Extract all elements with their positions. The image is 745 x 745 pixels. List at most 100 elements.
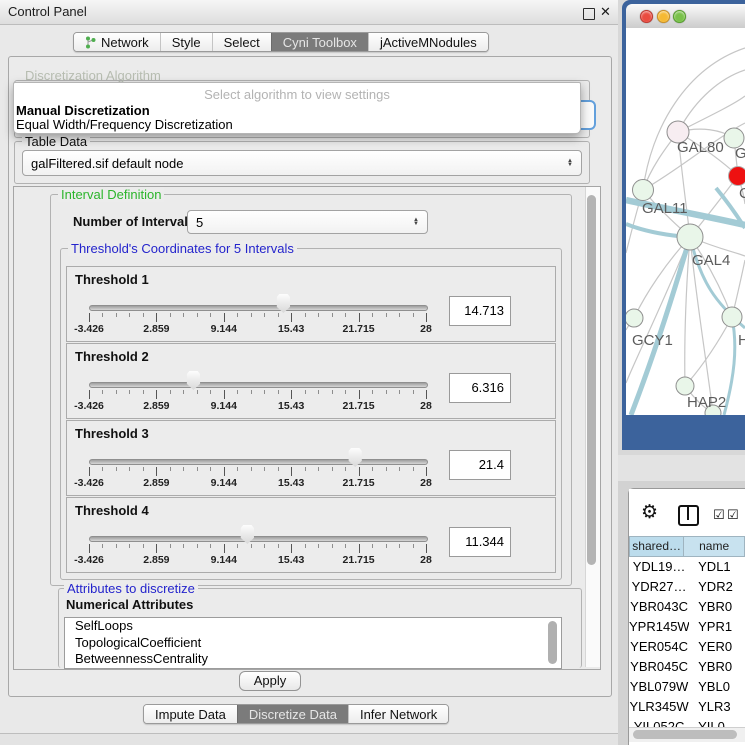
table-row[interactable]: YBR045CYBR0 bbox=[629, 657, 745, 677]
slider-tick bbox=[89, 544, 90, 553]
column-header-shared-name[interactable]: shared… bbox=[629, 536, 684, 557]
float-window-icon[interactable] bbox=[583, 8, 595, 20]
table-cell-name[interactable]: YBR0 bbox=[689, 597, 745, 617]
table-cell-name[interactable]: YER0 bbox=[689, 637, 745, 657]
table-header-row: shared… name bbox=[629, 536, 745, 557]
apply-button[interactable]: Apply bbox=[239, 671, 301, 691]
minimize-traffic-light-icon[interactable] bbox=[657, 10, 670, 23]
algorithm-dropdown-placeholder: Select algorithm to view settings bbox=[14, 87, 580, 102]
slider-tick bbox=[345, 313, 346, 317]
table-row[interactable]: YLR345WYLR3 bbox=[629, 697, 745, 717]
combo-spinner-icon: ▲▼ bbox=[567, 159, 573, 167]
slider-tick bbox=[224, 313, 225, 322]
attribute-list-item[interactable]: TopologicalCoefficient bbox=[65, 635, 561, 652]
threshold-value-field[interactable]: 21.4 bbox=[449, 450, 511, 480]
tab-select[interactable]: Select bbox=[212, 33, 271, 51]
close-traffic-light-icon[interactable] bbox=[640, 10, 653, 23]
table-row[interactable]: YIL052CYIL0 bbox=[629, 717, 745, 727]
slider-tick bbox=[129, 390, 130, 394]
number-of-intervals-combo[interactable]: 5 ▲▼ bbox=[187, 210, 428, 234]
table-cell-shared-name[interactable]: YPR145W bbox=[629, 617, 689, 637]
close-icon[interactable]: ✕ bbox=[600, 4, 611, 20]
table-cell-shared-name[interactable]: YBL079W bbox=[629, 677, 689, 697]
table-cell-shared-name[interactable]: YER054C bbox=[629, 637, 689, 657]
table-cell-name[interactable]: YDL1 bbox=[689, 557, 745, 577]
slider-tick bbox=[237, 467, 238, 471]
slider-tick bbox=[305, 544, 306, 548]
network-node-gal4[interactable] bbox=[677, 224, 703, 250]
slider-track[interactable] bbox=[89, 536, 428, 542]
tab-infer-network[interactable]: Infer Network bbox=[348, 705, 448, 723]
gear-icon[interactable]: ⚙ bbox=[641, 501, 658, 524]
slider-tick bbox=[278, 544, 279, 548]
slider-track[interactable] bbox=[89, 382, 428, 388]
combo-spinner-icon: ▲▼ bbox=[413, 218, 419, 226]
slider-tick bbox=[291, 467, 292, 476]
slider-tick bbox=[345, 390, 346, 394]
table-cell-shared-name[interactable]: YLR345W bbox=[629, 697, 689, 717]
slider-track[interactable] bbox=[89, 305, 428, 311]
settings-scrollbar-thumb[interactable] bbox=[587, 195, 596, 565]
table-row[interactable]: YDR27…YDR2 bbox=[629, 577, 745, 597]
table-cell-name[interactable]: YPR1 bbox=[689, 617, 745, 637]
table-cell-name[interactable]: YIL0 bbox=[689, 717, 745, 727]
slider-tick bbox=[413, 467, 414, 471]
zoom-traffic-light-icon[interactable] bbox=[673, 10, 686, 23]
slider-tick-label: 28 bbox=[420, 323, 432, 335]
table-cell-shared-name[interactable]: YBR045C bbox=[629, 657, 689, 677]
dropdown-option-equal-width-frequency[interactable]: Equal Width/Frequency Discretization bbox=[16, 117, 233, 132]
network-node-hap2[interactable] bbox=[676, 377, 694, 395]
tab-impute-data[interactable]: Impute Data bbox=[144, 705, 237, 723]
slider-tick bbox=[183, 390, 184, 394]
slider-tick bbox=[291, 390, 292, 399]
table-row[interactable]: YPR145WYPR1 bbox=[629, 617, 745, 637]
tab-cyni-toolbox[interactable]: Cyni Toolbox bbox=[271, 33, 368, 51]
attribute-list-item[interactable]: BetweennessCentrality bbox=[65, 651, 561, 668]
attributes-list-scrollbar-thumb[interactable] bbox=[548, 621, 557, 664]
threshold-value-field[interactable]: 11.344 bbox=[449, 527, 511, 557]
table-row[interactable]: YBL079WYBL0 bbox=[629, 677, 745, 697]
slider-tick bbox=[116, 544, 117, 548]
tab-style[interactable]: Style bbox=[160, 33, 212, 51]
table-cell-shared-name[interactable]: YIL052C bbox=[629, 717, 689, 727]
table-cell-shared-name[interactable]: YDL19… bbox=[629, 557, 689, 577]
slider-tick bbox=[426, 467, 427, 476]
slider-tick bbox=[143, 390, 144, 394]
table-cell-name[interactable]: YDR2 bbox=[689, 577, 745, 597]
slider-tick bbox=[210, 390, 211, 394]
table-cell-name[interactable]: YBR0 bbox=[689, 657, 745, 677]
table-row[interactable]: YER054CYER0 bbox=[629, 637, 745, 657]
table-hscrollbar-thumb[interactable] bbox=[633, 730, 737, 739]
table-cell-shared-name[interactable]: YBR043C bbox=[629, 597, 689, 617]
table-cell-name[interactable]: YBL0 bbox=[689, 677, 745, 697]
attribute-list-item[interactable]: SelfLoops bbox=[65, 618, 561, 635]
table-row[interactable]: YBR043CYBR0 bbox=[629, 597, 745, 617]
column-view-icon[interactable] bbox=[678, 505, 699, 526]
network-node-c[interactable] bbox=[729, 167, 745, 186]
network-canvas[interactable]: GAL80GACGAL11GAL4GCY1HHAP2 bbox=[626, 28, 745, 415]
network-node-gcy1[interactable] bbox=[626, 309, 643, 327]
checkbox-select-icon[interactable]: ☑ bbox=[713, 507, 725, 523]
tab-jactivemnodules[interactable]: jActiveMNodules bbox=[368, 33, 488, 51]
table-data-combo[interactable]: galFiltered.sif default node ▲▼ bbox=[22, 150, 582, 176]
numerical-attributes-list[interactable]: SelfLoopsTopologicalCoefficientBetweenne… bbox=[64, 617, 562, 669]
table-row[interactable]: YDL19…YDL1 bbox=[629, 557, 745, 577]
slider-tick bbox=[251, 390, 252, 394]
dropdown-option-manual-discretization[interactable]: Manual Discretization bbox=[16, 103, 150, 118]
threshold-value-field[interactable]: 6.316 bbox=[449, 373, 511, 403]
slider-tick-label: 21.715 bbox=[343, 554, 375, 566]
slider-tick bbox=[197, 313, 198, 317]
network-node-h[interactable] bbox=[722, 307, 742, 327]
threshold-value-field[interactable]: 14.713 bbox=[449, 296, 511, 326]
column-header-name[interactable]: name bbox=[684, 536, 745, 557]
tab-network[interactable]: Network bbox=[74, 33, 160, 51]
table-cell-name[interactable]: YLR3 bbox=[689, 697, 745, 717]
checkbox-select-icon[interactable]: ☑ bbox=[727, 507, 739, 523]
slider-tick bbox=[359, 544, 360, 553]
slider-tick bbox=[102, 313, 103, 317]
slider-track[interactable] bbox=[89, 459, 428, 465]
network-node-gal11[interactable] bbox=[633, 180, 654, 201]
tab-discretize-data[interactable]: Discretize Data bbox=[237, 705, 348, 723]
slider-tick bbox=[251, 544, 252, 548]
table-cell-shared-name[interactable]: YDR27… bbox=[629, 577, 689, 597]
